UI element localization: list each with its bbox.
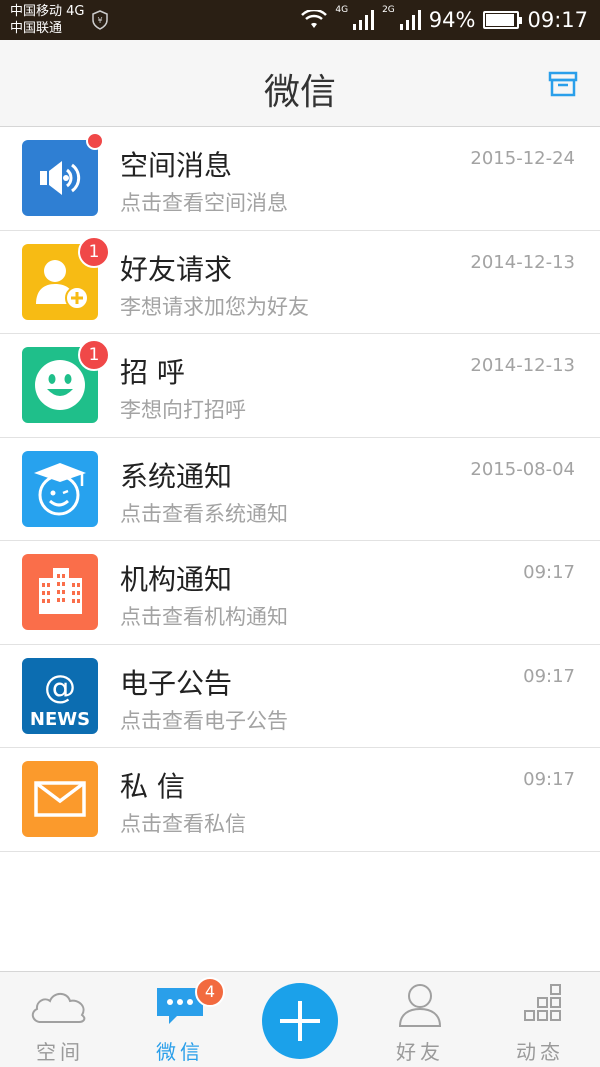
list-item[interactable]: 空间消息 点击查看空间消息 2015-12-24 — [0, 127, 600, 231]
unread-badge: 1 — [78, 235, 110, 268]
tab-feed[interactable]: 动态 — [480, 972, 600, 1067]
item-date: 2014-12-13 — [470, 251, 575, 273]
news-icon-text: NEWS — [30, 709, 90, 730]
wifi-icon — [301, 10, 328, 28]
item-subtitle: 点击查看空间消息 — [120, 191, 288, 215]
carrier-info: 中国移动 4G 中国联通 — [10, 3, 84, 37]
item-title: 系统通知 — [120, 459, 233, 493]
news-icon-at: @ — [44, 668, 76, 706]
tab-space[interactable]: 空间 — [0, 972, 120, 1067]
list-item[interactable]: @ NEWS 电子公告 点击查看电子公告 09:17 — [0, 645, 600, 748]
net-2g-label: 2G — [382, 5, 395, 15]
list-item[interactable]: 1 招 呼 李想向打招呼 2014-12-13 — [0, 334, 600, 438]
speaker-icon — [22, 140, 98, 216]
item-subtitle: 李想请求加您为好友 — [120, 294, 309, 319]
tab-friends[interactable]: 好友 — [360, 972, 480, 1067]
grid-icon — [524, 984, 561, 1021]
signal-icon — [399, 10, 421, 30]
item-title: 招 呼 — [120, 356, 185, 389]
status-bar: 中国移动 4G 中国联通 ¥ 4G 2G 94% 09:17 — [0, 0, 600, 40]
item-title: 好友请求 — [120, 252, 233, 286]
item-subtitle: 点击查看电子公告 — [120, 708, 288, 733]
message-list: 空间消息 点击查看空间消息 2015-12-24 1 好友请求 李想请求加您为好… — [0, 127, 600, 852]
tab-label: 动态 — [516, 1040, 564, 1064]
tab-wechat[interactable]: 4 微信 — [120, 972, 240, 1067]
archive-icon[interactable] — [548, 68, 578, 98]
item-date: 09:17 — [523, 562, 575, 583]
item-date: 2015-08-04 — [470, 458, 575, 480]
cloud-icon — [31, 992, 86, 1023]
mail-icon — [22, 761, 98, 837]
tab-label: 空间 — [36, 1040, 84, 1064]
graduate-icon — [22, 450, 98, 527]
carrier-1: 中国移动 4G — [10, 4, 85, 19]
item-subtitle: 点击查看私信 — [120, 812, 246, 836]
item-title: 空间消息 — [120, 149, 233, 182]
add-button[interactable] — [262, 983, 338, 1059]
plus-icon — [280, 1001, 320, 1041]
item-date: 09:17 — [523, 665, 575, 687]
clock: 09:17 — [527, 8, 588, 32]
net-4g-label: 4G — [335, 5, 349, 15]
item-subtitle: 点击查看机构通知 — [120, 605, 288, 629]
list-item[interactable]: 私 信 点击查看私信 09:17 — [0, 748, 600, 852]
app-header: 微信 — [0, 40, 600, 127]
battery-percent: 94% — [428, 8, 476, 32]
item-title: 私 信 — [120, 770, 185, 803]
tab-label: 微信 — [156, 1040, 204, 1064]
list-item[interactable]: 系统通知 点击查看系统通知 2015-08-04 — [0, 438, 600, 541]
person-icon — [398, 984, 442, 1027]
item-date: 09:17 — [523, 769, 575, 790]
battery-icon — [483, 11, 523, 29]
list-item[interactable]: 1 好友请求 李想请求加您为好友 2014-12-13 — [0, 231, 600, 334]
tab-label: 好友 — [396, 1040, 444, 1064]
list-item[interactable]: 机构通知 点击查看机构通知 09:17 — [0, 541, 600, 645]
item-title: 电子公告 — [120, 666, 233, 700]
signal-icon — [353, 10, 375, 30]
item-date: 2014-12-13 — [470, 355, 575, 376]
page-title: 微信 — [263, 72, 336, 113]
item-title: 机构通知 — [120, 563, 233, 596]
svg-text:¥: ¥ — [97, 16, 102, 25]
tab-badge: 4 — [195, 977, 225, 1007]
item-subtitle: 李想向打招呼 — [120, 398, 246, 422]
item-subtitle: 点击查看系统通知 — [120, 501, 288, 526]
item-date: 2015-12-24 — [470, 148, 575, 169]
carrier-2: 中国联通 — [10, 21, 63, 36]
shield-icon: ¥ — [92, 10, 108, 30]
unread-dot — [86, 132, 104, 150]
building-icon — [22, 554, 98, 630]
news-icon: @ NEWS — [22, 657, 98, 734]
unread-badge: 1 — [78, 339, 110, 371]
